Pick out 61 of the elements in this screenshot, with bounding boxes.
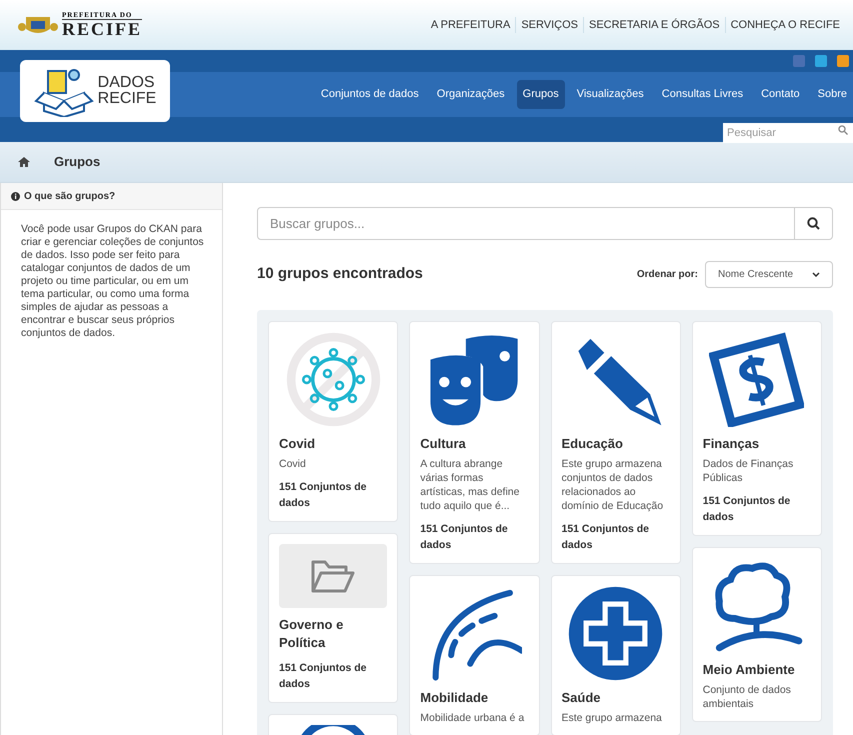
dataset-count: 151 Conjuntos de dados (420, 522, 509, 553)
sidebar-text: Você pode usar Grupos do CKAN para criar e gerenciar coleções de conjuntos de dados. Isso pode ser feito para catalogar conjuntos de dados de um projeto ou time particular, ou em um tema particular, ou como uma forma simples de ajudar as pessoas a encontrar e buscar seus próprios conjuntos de dados. (20, 222, 205, 340)
group-card[interactable]: Cultura A cultura abrange várias formas artísticas, mas define tudo aquilo que é... 151 Conjuntos de dados (409, 321, 540, 564)
group-card[interactable]: Mobilidade Mobilidade urbana é a (409, 575, 540, 735)
dataset-count: 151 Conjuntos de dados (562, 522, 650, 553)
search-icon (807, 217, 820, 230)
top-link[interactable]: CONHEÇA O RECIFE (724, 16, 845, 34)
nav-link[interactable]: Grupos (516, 80, 565, 109)
group-card[interactable]: Covid Covid 151 Conjuntos de dados (268, 321, 398, 522)
group-search-field[interactable]: Buscar grupos... (257, 207, 795, 240)
sort-select[interactable]: Nome Crescente (705, 261, 833, 288)
brand-name: RECIFE (62, 20, 142, 38)
search-icon (838, 124, 848, 134)
nav-link[interactable]: Conjuntos de dados (314, 80, 425, 109)
logo-text: RECIFE (98, 91, 156, 107)
virus-icon (286, 332, 381, 427)
search-button[interactable] (795, 207, 833, 240)
group-title: Meio Ambiente (702, 661, 796, 679)
results-heading: 10 grupos encontrados (257, 264, 423, 284)
nav-link[interactable]: Consultas Livres (656, 80, 750, 109)
site-search-field[interactable]: Pesquisar (723, 122, 853, 142)
sidebar-title: O que são grupos? (24, 190, 116, 204)
group-title: Saúde (562, 689, 602, 707)
breadcrumb-current[interactable]: Grupos (54, 152, 100, 172)
chevron-down-icon (812, 272, 820, 277)
group-card[interactable]: Governo e Política 151 Conjuntos de dados (268, 533, 398, 703)
dados-recife-logo[interactable]: DADOS RECIFE (20, 60, 170, 122)
group-title: Mobilidade (420, 689, 490, 707)
top-link[interactable]: A PREFEITURA (426, 16, 516, 34)
nav-link[interactable]: Contato (755, 80, 806, 109)
top-link[interactable]: SERVIÇOS (515, 16, 583, 34)
folder-icon (310, 558, 356, 594)
dataset-count: 151 Conjuntos de dados (702, 494, 792, 525)
group-description: Covid (279, 457, 307, 471)
group-title: Cultura (420, 435, 467, 453)
group-title: Educação (562, 435, 624, 453)
group-description: A cultura abrange várias formas artísticas, mas define tudo aquilo que é... (420, 457, 520, 513)
sort-label: Ordenar por: (636, 268, 698, 282)
health-cross-icon (568, 586, 664, 681)
group-description: Conjunto de dados ambientais (702, 683, 792, 711)
dataset-count: 151 Conjuntos de dados (279, 480, 368, 511)
dataset-count: 151 Conjuntos de dados (279, 661, 368, 692)
top-link[interactable]: SECRETARIA E ÓRGÃOS (582, 16, 725, 34)
group-title: Covid (279, 435, 316, 453)
group-title: Finanças (702, 435, 760, 453)
group-card[interactable]: Educação Este grupo armazena conjuntos de dados relacionados ao domínio de Educação 151 Conjuntos de dados (550, 321, 681, 564)
nav-link[interactable]: Organizações (430, 80, 511, 109)
group-card[interactable]: Finanças Dados de Finanças Públicas 151 Conjuntos de dados (692, 321, 822, 536)
info-icon (11, 192, 20, 200)
group-description: Dados de Finanças Públicas (702, 457, 794, 485)
logo-text: DADOS (98, 75, 156, 91)
group-description: Mobilidade urbana é a (420, 711, 526, 725)
group-card[interactable]: Meio Ambiente Conjunto de dados ambientais (692, 547, 822, 722)
home-icon[interactable] (18, 157, 30, 167)
group-description: Este grupo armazena conjuntos de dados relacionados ao domínio de Educação (562, 457, 664, 513)
group-description: Este grupo armazena (562, 711, 663, 725)
group-title: Governo e Política (279, 616, 344, 652)
nav-link[interactable]: Visualizações (570, 80, 650, 109)
dollar-sign-icon (709, 332, 804, 427)
group-card[interactable]: Saúde Este grupo armazena (550, 575, 681, 735)
nav-link[interactable]: Sobre (812, 80, 853, 109)
